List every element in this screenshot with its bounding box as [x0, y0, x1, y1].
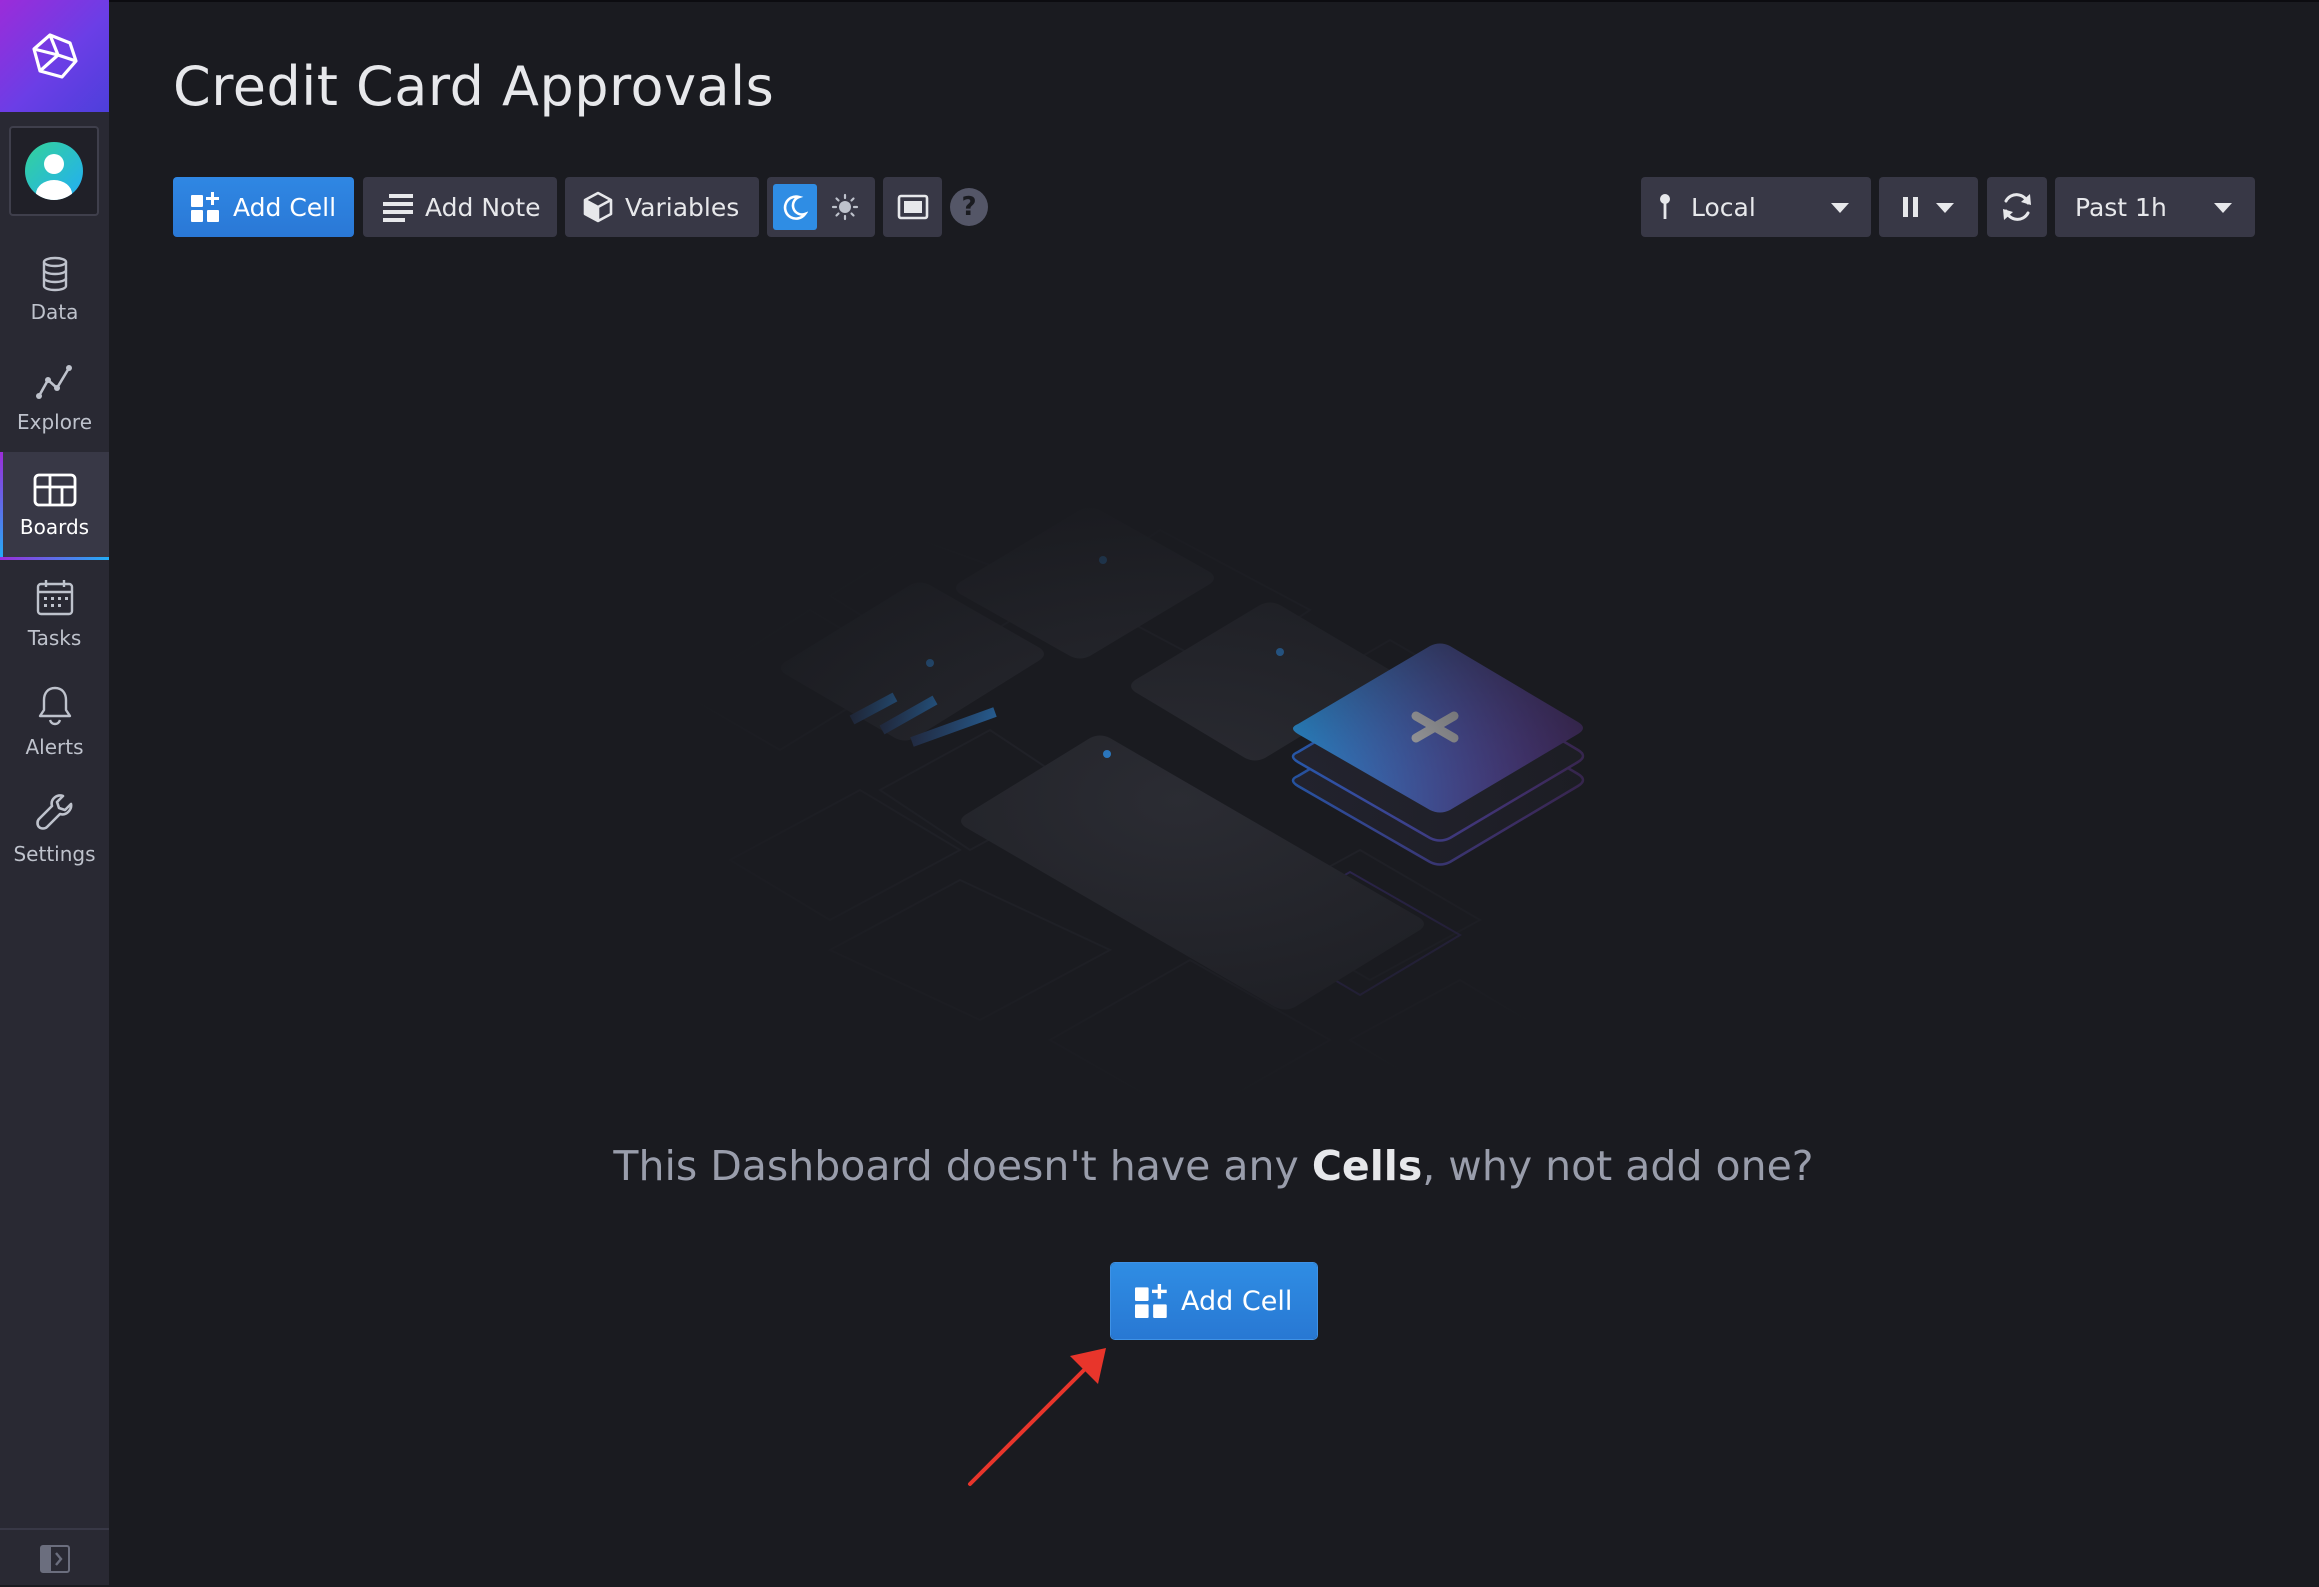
- pin-icon: [1660, 194, 1670, 219]
- sun-icon: [831, 193, 859, 221]
- cube-icon: [583, 191, 613, 223]
- sidebar-item-boards[interactable]: Boards: [0, 452, 109, 560]
- sidebar-item-tasks[interactable]: Tasks: [0, 560, 109, 668]
- cube-logo-icon: [31, 33, 78, 79]
- database-icon: [42, 256, 67, 292]
- sidebar-item-label: Boards: [19, 515, 90, 539]
- empty-message-text: This Dashboard doesn't have any: [613, 1142, 1312, 1190]
- page-title[interactable]: Credit Card Approvals: [173, 55, 774, 118]
- autorefresh-dropdown[interactable]: [1879, 177, 1978, 237]
- chevron-down-icon: [1831, 203, 1849, 213]
- empty-state-message: This Dashboard doesn't have any Cells, w…: [0, 1142, 2319, 1190]
- influxdb-logo[interactable]: [0, 0, 109, 112]
- chevron-down-icon: [2214, 203, 2232, 213]
- wrench-icon: [35, 794, 72, 830]
- presentation-mode-button[interactable]: [883, 177, 942, 237]
- dashboard-grid-icon: [33, 473, 76, 507]
- refresh-icon: [2003, 193, 2031, 221]
- sidebar: Data Explore Boards Tasks Alerts Setting…: [0, 0, 109, 1585]
- cta-label: Add Cell: [1181, 1285, 1293, 1317]
- sidebar-item-settings[interactable]: Settings: [0, 776, 109, 884]
- avatar: [25, 142, 83, 200]
- graph-line-icon: [35, 365, 72, 399]
- sidebar-item-label: Tasks: [27, 626, 82, 650]
- variables-button[interactable]: Variables: [565, 177, 759, 237]
- add-cell-label: Add Cell: [233, 192, 337, 222]
- window-top-border: [0, 0, 2319, 2]
- calendar-icon: [36, 580, 73, 616]
- empty-dashboard-illustration: [630, 480, 1730, 1120]
- empty-state-add-cell-button[interactable]: Add Cell: [1111, 1263, 1317, 1339]
- sidebar-item-label: Alerts: [25, 735, 84, 759]
- add-note-button[interactable]: Add Note: [363, 177, 557, 237]
- sidebar-item-label: Explore: [16, 410, 93, 434]
- sidebar-item-alerts[interactable]: Alerts: [0, 668, 109, 776]
- sidebar-item-label: Settings: [13, 842, 96, 866]
- refresh-button[interactable]: [1987, 177, 2047, 237]
- sidebar-expand-icon: [39, 1544, 70, 1573]
- pause-icon: [1903, 197, 1918, 217]
- chevron-down-icon: [1936, 203, 1954, 213]
- moon-icon: [783, 195, 808, 220]
- help-icon[interactable]: ?: [950, 188, 988, 226]
- dark-mode-button[interactable]: [773, 184, 817, 230]
- time-range-label: Past 1h: [2075, 192, 2167, 222]
- collapse-sidebar-button[interactable]: [0, 1528, 109, 1587]
- note-lines-icon: [381, 192, 413, 222]
- empty-message-text-end: , why not add one?: [1422, 1142, 1814, 1190]
- add-note-label: Add Note: [425, 192, 541, 222]
- add-cell-button[interactable]: Add Cell: [173, 177, 354, 237]
- expand-screen-icon: [897, 194, 928, 220]
- add-cell-icon: [191, 192, 221, 222]
- theme-toggle: [767, 177, 875, 237]
- annotation-arrow: [968, 1348, 1106, 1486]
- user-avatar-button[interactable]: [9, 126, 99, 216]
- timezone-dropdown[interactable]: Local: [1641, 177, 1871, 237]
- time-range-dropdown[interactable]: Past 1h: [2055, 177, 2255, 237]
- variables-label: Variables: [625, 192, 740, 222]
- sidebar-item-data[interactable]: Data: [0, 236, 109, 344]
- light-mode-button[interactable]: [823, 184, 867, 230]
- add-cell-icon: [1135, 1284, 1169, 1318]
- bell-icon: [38, 686, 71, 726]
- sidebar-item-explore[interactable]: Explore: [0, 344, 109, 452]
- sidebar-item-label: Data: [30, 300, 79, 324]
- empty-message-bold: Cells: [1311, 1142, 1423, 1190]
- timezone-label: Local: [1691, 192, 1756, 222]
